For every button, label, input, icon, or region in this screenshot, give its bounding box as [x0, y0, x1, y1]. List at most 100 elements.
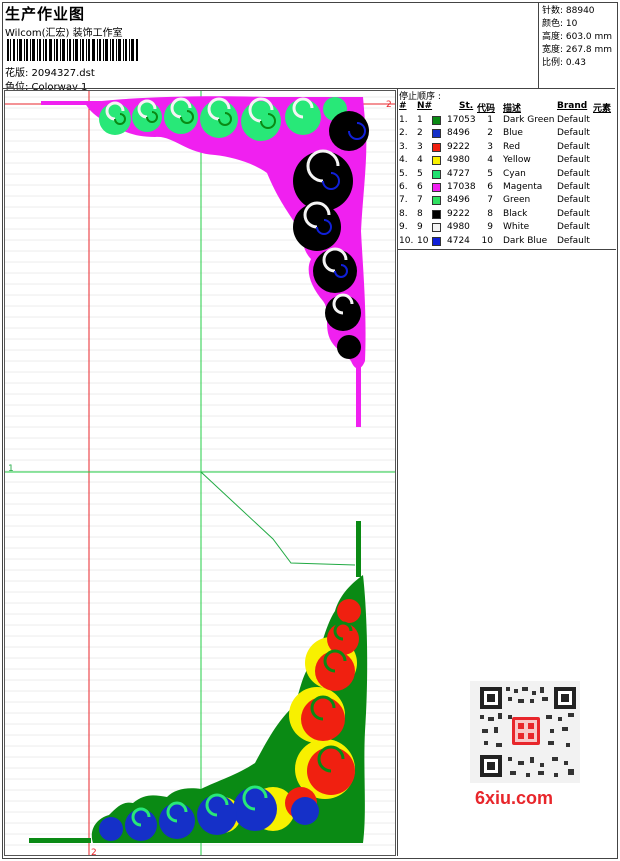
design-stats: 针数: 88940 颜色: 10 高度: 603.0 mm 宽度: 267.8 …	[542, 5, 616, 70]
stop-sequence-panel: 停止顺序 : # N# St. 代码 描述 Brand 元素 1. 1 17053 1…	[397, 89, 616, 249]
row-brand: Default	[557, 195, 590, 206]
table-row[interactable]: 5. 5 4727 5 Cyan Default	[397, 169, 616, 182]
row-index: 5.	[399, 168, 408, 179]
row-needle: 3	[417, 141, 423, 152]
row-code: 5	[487, 168, 493, 179]
marker-bottom: 2	[91, 848, 97, 856]
stitch-count: 针数: 88940	[542, 6, 595, 16]
row-index: 9.	[399, 222, 408, 233]
row-brand: Default	[557, 141, 590, 152]
row-brand: Default	[557, 235, 590, 246]
row-description: Black	[503, 208, 528, 219]
row-index: 1.	[399, 115, 408, 125]
col-desc: 描述	[503, 104, 522, 114]
color-swatch	[432, 116, 441, 125]
row-description: Green	[503, 195, 531, 206]
row-needle: 6	[417, 182, 423, 192]
design-canvas[interactable]: 2 1 2	[4, 90, 396, 856]
software-name: Wilcom(汇宏) 装饰工作室	[5, 28, 123, 39]
row-brand: Default	[557, 182, 590, 192]
color-swatch	[432, 236, 441, 246]
row-stitches: 9222	[447, 208, 470, 219]
row-needle: 10	[417, 235, 429, 246]
page-title: 生产作业图	[5, 5, 86, 23]
row-code: 8	[487, 208, 493, 219]
color-swatch	[432, 142, 441, 152]
row-code: 9	[487, 222, 493, 233]
col-n: N#	[417, 101, 433, 111]
top-right-motif	[41, 96, 369, 427]
row-needle: 9	[417, 222, 423, 233]
row-stitches: 9222	[447, 141, 470, 152]
header: 生产作业图 Wilcom(汇宏) 装饰工作室 花版: 2094327.dst 色…	[3, 3, 538, 93]
row-description: Magenta	[503, 182, 543, 192]
row-brand: Default	[557, 128, 590, 139]
table-row[interactable]: 7. 7 8496 7 Green Default	[397, 195, 616, 208]
table-row[interactable]: 4. 4 4980 4 Yellow Default	[397, 155, 616, 168]
row-index: 8.	[399, 208, 408, 219]
table-row[interactable]: 3. 3 9222 3 Red Default	[397, 142, 616, 155]
color-swatch	[432, 129, 441, 139]
col-st: St.	[459, 101, 474, 111]
row-stitches: 17038	[447, 182, 476, 192]
row-index: 7.	[399, 195, 408, 206]
marker-left: 1	[8, 464, 14, 474]
row-stitches: 8496	[447, 195, 470, 206]
row-needle: 5	[417, 168, 423, 179]
design-height: 高度: 603.0 mm	[542, 32, 613, 42]
row-stitches: 8496	[447, 128, 470, 139]
row-needle: 1	[417, 115, 423, 125]
col-element: 元素	[593, 104, 612, 114]
row-code: 7	[487, 195, 493, 206]
jump-stitch-line	[200, 471, 356, 566]
row-description: Cyan	[503, 168, 526, 179]
row-description: Red	[503, 141, 521, 152]
row-stitches: 4980	[447, 155, 470, 166]
design-file: 花版: 2094327.dst	[5, 68, 95, 79]
row-index: 4.	[399, 155, 408, 166]
panel-bottom-divider	[397, 249, 616, 250]
row-index: 10.	[399, 235, 414, 246]
row-stitches: 4980	[447, 222, 470, 233]
header-divider	[538, 3, 539, 88]
color-swatch	[432, 223, 441, 233]
row-needle: 4	[417, 155, 423, 166]
color-swatch	[432, 183, 441, 192]
color-count: 颜色: 10	[542, 19, 578, 29]
table-row[interactable]: 2. 2 8496 2 Blue Default	[397, 128, 616, 141]
row-brand: Default	[557, 115, 590, 125]
row-description: White	[503, 222, 530, 233]
row-code: 1	[487, 115, 493, 125]
row-brand: Default	[557, 208, 590, 219]
color-swatch	[432, 209, 441, 219]
table-row[interactable]: 10. 10 4724 10 Dark Blue Default	[397, 236, 616, 249]
table-row[interactable]: 9. 9 4980 9 White Default	[397, 222, 616, 235]
col-num: #	[399, 101, 407, 111]
row-code: 3	[487, 141, 493, 152]
row-code: 6	[487, 182, 493, 192]
table-header: # N# St. 代码 描述 Brand 元素	[397, 101, 616, 114]
embroidery-preview: 2 1 2	[5, 91, 395, 856]
row-code: 4	[487, 155, 493, 166]
row-needle: 7	[417, 195, 423, 206]
row-stitches: 4727	[447, 168, 470, 179]
table-row[interactable]: 1. 1 17053 1 Dark Green Default	[397, 115, 616, 128]
row-description: Dark Green	[503, 115, 555, 125]
row-code: 10	[481, 235, 493, 246]
marker-top-right: 2	[386, 100, 392, 110]
row-stitches: 17053	[447, 115, 476, 125]
watermark-logo: 6xiu.com	[475, 788, 554, 808]
design-scale: 比例: 0.43	[542, 58, 586, 68]
row-needle: 8	[417, 208, 423, 219]
row-code: 2	[487, 128, 493, 139]
row-index: 3.	[399, 141, 408, 152]
row-description: Dark Blue	[503, 235, 548, 246]
row-index: 2.	[399, 128, 408, 139]
design-width: 宽度: 267.8 mm	[542, 45, 613, 55]
row-stitches: 4724	[447, 235, 470, 246]
qr-code	[470, 681, 580, 783]
col-code: 代码	[477, 104, 496, 114]
color-swatch	[432, 169, 441, 179]
table-row[interactable]: 6. 6 17038 6 Magenta Default	[397, 182, 616, 195]
table-row[interactable]: 8. 8 9222 8 Black Default	[397, 209, 616, 222]
